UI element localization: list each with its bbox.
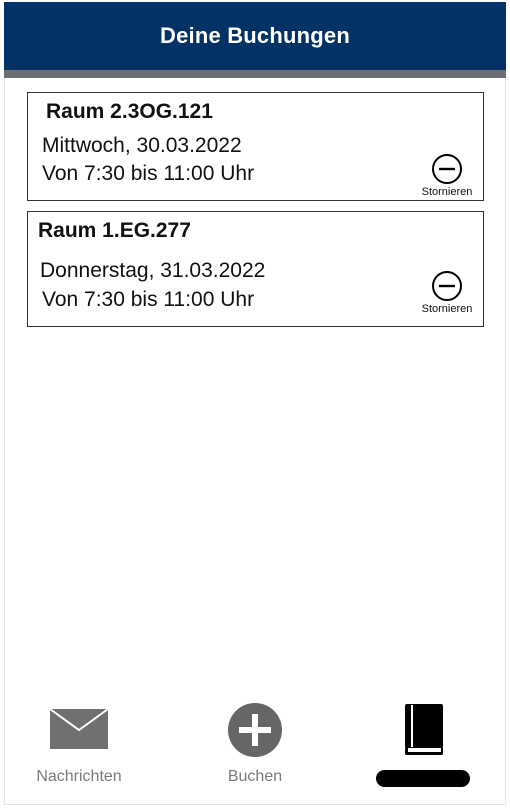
active-tab-indicator — [376, 770, 470, 787]
nav-item-buchen[interactable]: Buchen — [213, 702, 297, 786]
page-title: Deine Buchungen — [159, 23, 350, 48]
envelope-icon — [49, 708, 109, 749]
cancel-booking-button[interactable]: Stornieren — [416, 270, 478, 315]
booking-room: Raum 2.3OG.121 — [46, 100, 213, 123]
booking-time: Von 7:30 bis 11:00 Uhr — [42, 288, 255, 311]
cancel-booking-button[interactable]: Stornieren — [416, 153, 478, 198]
nav-item-nachrichten[interactable]: Nachrichten — [27, 708, 131, 786]
cancel-label: Stornieren — [421, 186, 473, 198]
page-header: Deine Buchungen — [4, 2, 506, 70]
booking-card: Raum 2.3OG.121 Mittwoch, 30.03.2022 Von … — [27, 92, 484, 201]
nav-label: Buchen — [227, 768, 283, 785]
cancel-label: Stornieren — [421, 303, 473, 315]
booking-date: Mittwoch, 30.03.2022 — [42, 134, 242, 157]
minus-circle-icon — [432, 154, 462, 184]
minus-circle-icon — [432, 271, 462, 301]
header-divider — [4, 70, 506, 78]
book-icon — [405, 704, 443, 755]
plus-circle-icon — [228, 703, 282, 757]
booking-time: Von 7:30 bis 11:00 Uhr — [42, 162, 255, 185]
booking-date: Donnerstag, 31.03.2022 — [40, 259, 266, 282]
nav-label: Nachrichten — [36, 768, 122, 785]
nav-item-buchungen[interactable] — [398, 703, 448, 757]
booking-card: Raum 1.EG.277 Donnerstag, 31.03.2022 Von… — [27, 211, 484, 327]
booking-room: Raum 1.EG.277 — [38, 219, 191, 242]
